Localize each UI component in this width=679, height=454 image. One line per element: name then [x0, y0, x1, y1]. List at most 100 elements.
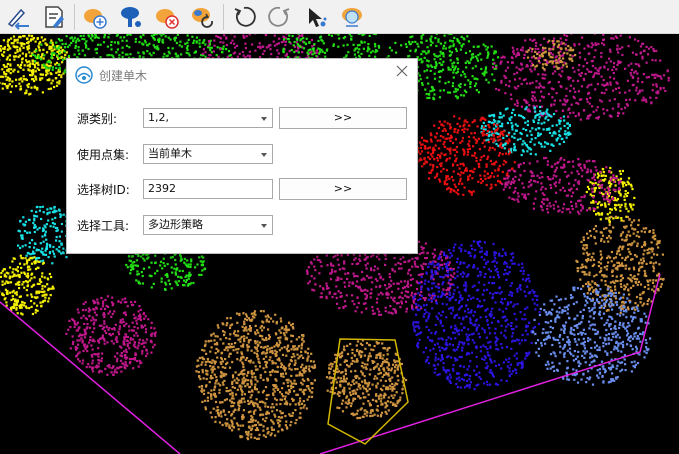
- cloud-point: [95, 51, 98, 55]
- cloud-point: [459, 48, 462, 51]
- cloud-point: [30, 209, 33, 212]
- rotate-left-button[interactable]: [228, 1, 260, 33]
- cloud-point: [400, 291, 403, 294]
- cloud-point: [24, 257, 27, 260]
- cloud-point: [632, 284, 635, 287]
- document-edit-button[interactable]: [38, 1, 70, 33]
- cloud-point: [477, 54, 480, 57]
- cloud-point: [0, 272, 3, 275]
- cloud-point: [208, 40, 211, 43]
- cloud-point: [5, 301, 8, 304]
- cloud-point: [33, 85, 37, 88]
- cloud-point: [524, 307, 527, 310]
- cloud-point: [498, 180, 501, 183]
- cloud-point: [125, 322, 128, 325]
- cloud-point: [473, 84, 477, 88]
- cloud-point: [32, 250, 35, 253]
- cloud-point: [319, 260, 322, 264]
- cloud-point: [471, 121, 474, 124]
- cloud-point: [51, 41, 54, 44]
- cloud-point: [565, 38, 568, 42]
- cloud-point: [454, 138, 457, 141]
- tree-point-button[interactable]: [115, 1, 147, 33]
- cloud-point: [432, 278, 435, 281]
- cloud-point: [42, 57, 45, 60]
- cloud-point: [134, 40, 137, 43]
- cloud-point: [376, 49, 379, 52]
- cloud-add-button[interactable]: [79, 1, 111, 33]
- cloud-point: [628, 36, 631, 39]
- cloud-point: [591, 264, 594, 267]
- cloud-point: [531, 127, 534, 130]
- cloud-point: [58, 45, 61, 48]
- cloud-point: [47, 256, 50, 259]
- cloud-point: [467, 342, 470, 346]
- cloud-point: [429, 171, 432, 174]
- cloud-point: [50, 287, 53, 290]
- cloud-point: [142, 51, 145, 54]
- cloud-point: [587, 52, 590, 55]
- cloud-point: [499, 111, 502, 114]
- cloud-point: [644, 98, 647, 101]
- cloud-point: [133, 341, 136, 344]
- cloud-point: [624, 202, 627, 205]
- cloud-point: [552, 88, 555, 91]
- cloud-point: [416, 256, 419, 259]
- cloud-point: [616, 252, 619, 255]
- cloud-point: [596, 69, 599, 72]
- cloud-point: [108, 34, 111, 35]
- cloud-point: [290, 49, 293, 52]
- cloud-point: [166, 54, 169, 57]
- cloud-point: [455, 49, 458, 53]
- cloud-point: [591, 256, 594, 259]
- edit-undo-button[interactable]: [2, 1, 34, 33]
- cloud-point: [11, 291, 14, 294]
- cloud-point: [480, 156, 483, 159]
- cloud-point: [616, 197, 620, 201]
- cloud-point: [124, 313, 127, 317]
- rotate-right-button[interactable]: [264, 1, 296, 33]
- cloud-point: [320, 292, 323, 295]
- cloud-point: [570, 103, 573, 106]
- cloud-point: [169, 38, 172, 41]
- cloud-point: [332, 256, 335, 259]
- cloud-point: [364, 258, 367, 261]
- cloud-point: [457, 301, 460, 304]
- cloud-point: [108, 310, 112, 313]
- cloud-point: [513, 103, 516, 106]
- cloud-point: [449, 376, 452, 379]
- cloud-point: [84, 308, 87, 312]
- cloud-point: [22, 216, 25, 219]
- cloud-point: [221, 50, 224, 54]
- cloud-point: [167, 50, 170, 53]
- cloud-point: [448, 177, 451, 180]
- cloud-point: [115, 34, 118, 37]
- cloud-point: [48, 60, 51, 63]
- cloud-settings-button[interactable]: [336, 1, 368, 33]
- cloud-point: [34, 56, 38, 59]
- cloud-point: [222, 45, 225, 48]
- cloud-remove-button[interactable]: [151, 1, 183, 33]
- cloud-point: [101, 305, 104, 308]
- cloud-refresh-button[interactable]: [187, 1, 219, 33]
- cloud-point: [420, 37, 423, 40]
- cloud-point: [512, 108, 515, 111]
- cloud-point: [596, 206, 599, 209]
- cloud-point: [276, 49, 279, 52]
- cloud-point: [455, 145, 458, 149]
- cloud-point: [494, 120, 497, 123]
- cloud-point: [107, 305, 110, 308]
- cloud-point: [29, 62, 32, 65]
- cloud-point: [309, 261, 313, 264]
- cloud-point: [517, 85, 520, 88]
- cloud-point: [5, 292, 9, 295]
- cloud-point: [555, 109, 558, 113]
- select-arrow-button[interactable]: [300, 1, 332, 33]
- cloud-point: [481, 134, 484, 137]
- cloud-point: [6, 48, 9, 51]
- cloud-point: [573, 70, 576, 73]
- cloud-point: [617, 203, 620, 206]
- cloud-point: [342, 44, 345, 47]
- cloud-point: [12, 35, 16, 38]
- cloud-point: [369, 51, 372, 54]
